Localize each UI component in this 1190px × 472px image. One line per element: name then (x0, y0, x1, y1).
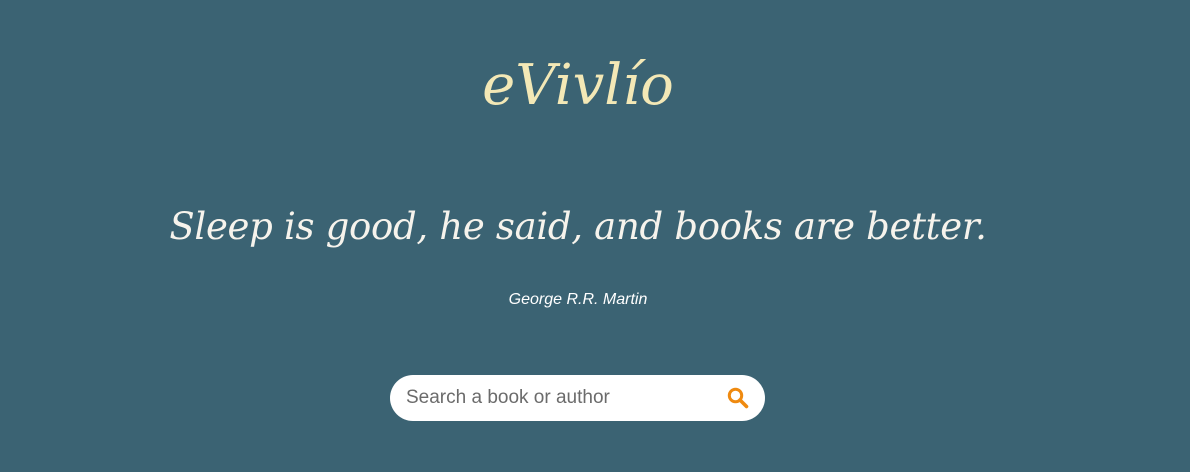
search-bar (390, 375, 765, 421)
search-input[interactable] (406, 375, 706, 421)
quote-author: George R.R. Martin (508, 291, 648, 308)
site-logo-title: eVivlío (482, 53, 674, 118)
quote-text: Sleep is good, he said, and books are be… (169, 205, 987, 248)
search-button[interactable] (726, 386, 750, 410)
search-icon (726, 386, 750, 410)
